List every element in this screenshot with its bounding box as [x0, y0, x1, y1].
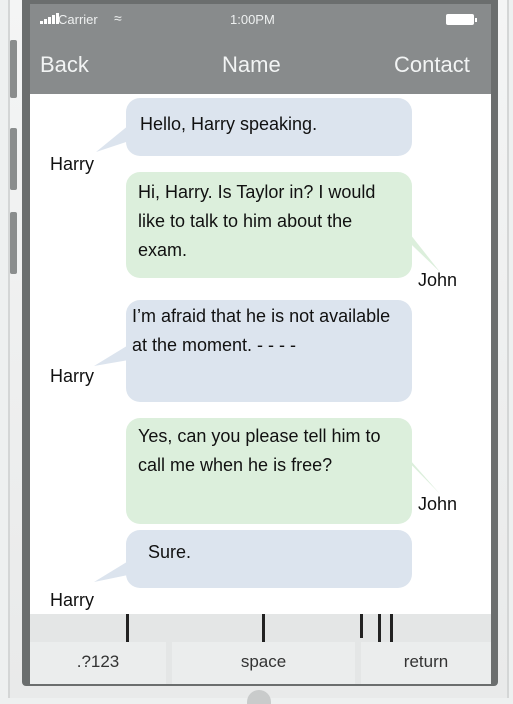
sender-label: Harry — [50, 590, 94, 610]
battery-icon — [446, 14, 477, 25]
volume-up-button — [10, 128, 17, 190]
message-bubble: Hello, Harry speaking. — [126, 98, 412, 156]
page-title: Name — [222, 52, 281, 77]
space-key[interactable]: space — [172, 642, 355, 684]
message-bubble: Sure. — [126, 530, 412, 588]
wifi-icon: ≈ — [114, 10, 122, 26]
phone-screen: Carrier ≈ 1:00PM Back Name Contact Hello… — [30, 4, 491, 684]
navigation-bar: Back Name Contact — [30, 36, 491, 94]
clock: 1:00PM — [230, 12, 275, 27]
signal-icon — [40, 13, 59, 24]
numbers-key[interactable]: .?123 — [30, 642, 166, 684]
chat-thread: Hello, Harry speaking. Harry Hi, Harry. … — [30, 94, 491, 614]
silent-switch — [10, 40, 17, 98]
return-key[interactable]: return — [361, 642, 491, 684]
message-bubble: I’m afraid that he is not available at t… — [126, 300, 412, 402]
keyboard: .?123 space return — [30, 614, 491, 684]
status-bar: Carrier ≈ 1:00PM — [30, 4, 491, 36]
contact-button[interactable]: Contact — [394, 52, 470, 78]
sender-label: Harry — [50, 154, 94, 174]
sender-label: John — [418, 270, 458, 290]
carrier-label: Carrier — [58, 12, 98, 27]
back-button[interactable]: Back — [40, 52, 89, 78]
sender-label: John — [418, 494, 458, 514]
message-bubble: Yes, can you please tell him to call me … — [126, 418, 412, 524]
message-bubble: Hi, Harry. Is Taylor in? I would like to… — [126, 172, 412, 278]
sender-label: Harry — [50, 366, 94, 386]
volume-down-button — [10, 212, 17, 274]
